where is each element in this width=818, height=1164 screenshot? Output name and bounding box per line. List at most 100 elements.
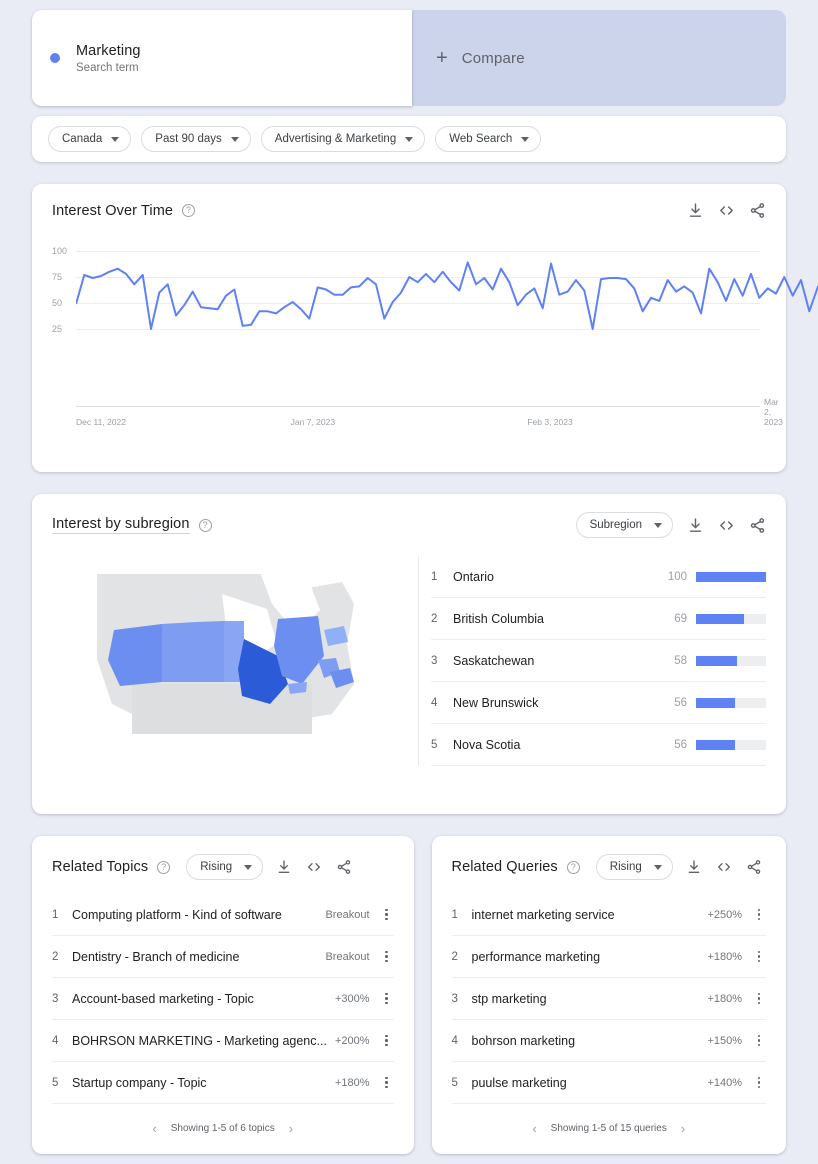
help-icon[interactable]: ?: [157, 861, 170, 874]
related-topics-card: Related Topics ? Rising: [32, 836, 414, 1154]
item-value: +300%: [335, 993, 370, 1005]
more-options-icon[interactable]: [380, 909, 394, 921]
list-item[interactable]: 4bohrson marketing+150%: [452, 1020, 767, 1062]
more-options-icon[interactable]: [752, 1035, 766, 1047]
region-bar: [696, 740, 766, 750]
embed-icon[interactable]: [306, 859, 323, 876]
embed-icon[interactable]: [718, 517, 735, 534]
download-icon[interactable]: [687, 202, 704, 219]
region-name: Ontario: [453, 570, 668, 584]
previous-page-button[interactable]: ‹: [532, 1121, 536, 1136]
more-options-icon[interactable]: [752, 951, 766, 963]
list-item[interactable]: 2performance marketing+180%: [452, 936, 767, 978]
more-options-icon[interactable]: [380, 993, 394, 1005]
filter-search-type[interactable]: Web Search: [435, 126, 541, 152]
x-axis-label: Feb 3, 2023: [527, 417, 572, 427]
region-bar-fill: [696, 698, 735, 708]
share-icon[interactable]: [749, 517, 766, 534]
filter-time-range[interactable]: Past 90 days: [141, 126, 250, 152]
more-options-icon[interactable]: [752, 993, 766, 1005]
item-value: +180%: [335, 1077, 370, 1089]
search-term-card[interactable]: Marketing Search term: [32, 10, 412, 106]
download-icon[interactable]: [686, 859, 703, 876]
item-rank: 2: [52, 951, 72, 963]
y-axis-label: 50: [52, 298, 62, 308]
related-queries-card: Related Queries ? Rising: [432, 836, 787, 1154]
filter-location[interactable]: Canada: [48, 126, 131, 152]
related-topics-title: Related Topics: [52, 859, 148, 875]
item-value: +150%: [707, 1035, 742, 1047]
table-row[interactable]: 1Ontario100: [431, 556, 766, 598]
search-term-label: Marketing: [76, 43, 141, 59]
previous-page-button[interactable]: ‹: [152, 1121, 156, 1136]
list-item[interactable]: 3stp marketing+180%: [452, 978, 767, 1020]
help-icon[interactable]: ?: [567, 861, 580, 874]
plus-icon: +: [436, 48, 448, 68]
x-axis-label: Mar 2, 2023: [764, 397, 783, 427]
list-item[interactable]: 5Startup company - Topic+180%: [52, 1062, 394, 1104]
table-row[interactable]: 2British Columbia69: [431, 598, 766, 640]
related-topics-pager-label: Showing 1-5 of 6 topics: [171, 1123, 275, 1134]
embed-icon[interactable]: [716, 859, 733, 876]
chevron-down-icon: [111, 137, 119, 142]
help-icon[interactable]: ?: [182, 204, 195, 217]
interest-over-time-chart: 255075100 Dec 11, 2022Jan 7, 2023Feb 3, …: [52, 243, 766, 393]
download-icon[interactable]: [687, 517, 704, 534]
next-page-button[interactable]: ›: [681, 1121, 685, 1136]
region-name: New Brunswick: [453, 696, 674, 710]
related-queries-header: Related Queries ? Rising: [432, 836, 787, 880]
filter-bar: Canada Past 90 days Advertising & Market…: [32, 116, 786, 162]
item-label: stp marketing: [472, 992, 708, 1006]
subregion-selector-label: Subregion: [590, 519, 642, 531]
y-axis-label: 75: [52, 272, 62, 282]
compare-button[interactable]: + Compare: [412, 10, 786, 106]
item-value: Breakout: [325, 951, 369, 963]
subregion-body: 1Ontario1002British Columbia693Saskatche…: [32, 538, 786, 766]
more-options-icon[interactable]: [752, 909, 766, 921]
share-icon[interactable]: [746, 859, 763, 876]
related-queries-pager-label: Showing 1-5 of 15 queries: [551, 1123, 667, 1134]
x-axis-label: Jan 7, 2023: [291, 417, 335, 427]
region-name: Nova Scotia: [453, 738, 674, 752]
item-value: +200%: [335, 1035, 370, 1047]
region-rank: 3: [431, 655, 453, 667]
filter-category[interactable]: Advertising & Marketing: [261, 126, 425, 152]
related-queries-selector[interactable]: Rising: [596, 854, 673, 880]
share-icon[interactable]: [749, 202, 766, 219]
list-item[interactable]: 1Computing platform - Kind of softwareBr…: [52, 894, 394, 936]
related-topics-selector[interactable]: Rising: [186, 854, 263, 880]
table-row[interactable]: 5Nova Scotia56: [431, 724, 766, 766]
subregion-selector[interactable]: Subregion: [576, 512, 673, 538]
interest-by-subregion-card: Interest by subregion ? Subregion: [32, 494, 786, 814]
more-options-icon[interactable]: [380, 1077, 394, 1089]
next-page-button[interactable]: ›: [289, 1121, 293, 1136]
table-row[interactable]: 4New Brunswick56: [431, 682, 766, 724]
chevron-down-icon: [405, 137, 413, 142]
list-item[interactable]: 3Account-based marketing - Topic+300%: [52, 978, 394, 1020]
more-options-icon[interactable]: [752, 1077, 766, 1089]
item-label: bohrson marketing: [472, 1034, 708, 1048]
download-icon[interactable]: [276, 859, 293, 876]
chevron-down-icon: [244, 865, 252, 870]
filter-location-label: Canada: [62, 133, 102, 145]
help-icon[interactable]: ?: [199, 519, 212, 532]
list-item[interactable]: 2Dentistry - Branch of medicineBreakout: [52, 936, 394, 978]
filter-time-range-label: Past 90 days: [155, 133, 221, 145]
region-rank: 5: [431, 739, 453, 751]
region-bar-fill: [696, 656, 737, 666]
embed-icon[interactable]: [718, 202, 735, 219]
list-item[interactable]: 1internet marketing service+250%: [452, 894, 767, 936]
item-rank: 1: [452, 909, 472, 921]
item-rank: 5: [52, 1077, 72, 1089]
more-options-icon[interactable]: [380, 1035, 394, 1047]
canada-choropleth-map[interactable]: [52, 556, 402, 746]
list-item[interactable]: 4BOHRSON MARKETING - Marketing agenc...+…: [52, 1020, 394, 1062]
share-icon[interactable]: [336, 859, 353, 876]
list-item[interactable]: 5puulse marketing+140%: [452, 1062, 767, 1104]
item-value: +180%: [707, 951, 742, 963]
table-row[interactable]: 3Saskatchewan58: [431, 640, 766, 682]
item-value: +180%: [707, 993, 742, 1005]
more-options-icon[interactable]: [380, 951, 394, 963]
item-rank: 4: [452, 1035, 472, 1047]
item-rank: 2: [452, 951, 472, 963]
